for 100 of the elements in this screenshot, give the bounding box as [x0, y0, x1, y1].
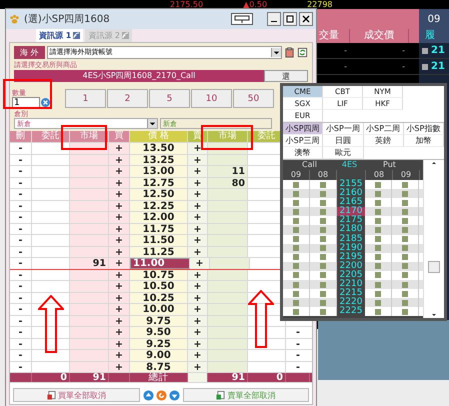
product-option[interactable]: 小SP指數 [404, 123, 444, 135]
cancel-cell[interactable]: - [10, 327, 32, 338]
option-cell[interactable] [375, 290, 381, 297]
buy-cell[interactable]: + [109, 281, 130, 292]
product-option[interactable]: 小SP三周 [283, 135, 324, 147]
quantity-preset-button[interactable]: 10 [191, 89, 232, 108]
option-cell[interactable] [293, 236, 299, 242]
option-cell[interactable] [320, 190, 326, 197]
option-cell[interactable] [375, 200, 381, 206]
option-cell[interactable] [402, 245, 408, 252]
option-cell[interactable] [375, 218, 381, 224]
option-cell[interactable] [293, 308, 299, 315]
cancel-cell[interactable]: - [10, 143, 32, 154]
buy-cell[interactable]: + [109, 224, 130, 234]
cancel-cell[interactable]: - [10, 281, 32, 292]
option-cell[interactable] [293, 200, 299, 206]
scrollbar-thumb[interactable] [428, 261, 440, 273]
cancel-cell[interactable]: - [10, 350, 32, 360]
quantity-preset-button[interactable]: 2 [107, 89, 148, 108]
strike-cell[interactable]: 2185 [337, 234, 365, 244]
option-cell[interactable] [320, 200, 326, 206]
option-cell[interactable] [375, 300, 381, 306]
strike-cell[interactable]: 2220 [337, 298, 365, 308]
option-cell[interactable] [375, 208, 381, 215]
strike-cell[interactable]: 2175 [337, 216, 365, 226]
pin-icon[interactable] [231, 13, 253, 25]
buy-cell[interactable]: + [109, 258, 130, 268]
sell-cell[interactable]: + [188, 304, 208, 314]
cancel-cell[interactable]: - [10, 258, 32, 268]
recenter-button[interactable] [156, 390, 166, 400]
maximize-button[interactable] [283, 12, 297, 26]
refresh-icon[interactable] [297, 46, 308, 58]
cancel-cell[interactable]: - [10, 292, 32, 303]
strike-cell[interactable]: 2165 [337, 198, 365, 208]
option-cell[interactable] [375, 227, 381, 234]
option-cell[interactable] [293, 272, 299, 278]
buy-cell[interactable]: + [109, 304, 130, 314]
sell-cell[interactable]: + [188, 292, 208, 303]
sell-cell[interactable]: + [188, 235, 208, 246]
buy-cell[interactable]: + [109, 200, 130, 211]
option-cell[interactable] [320, 290, 326, 297]
cancel-all-buys-button[interactable]: 買單全部取消 [13, 388, 140, 402]
quantity-preset-button[interactable]: 1 [65, 89, 106, 108]
scroll-up-icon[interactable] [430, 160, 438, 166]
option-cell[interactable] [402, 227, 408, 234]
cancel-cell[interactable]: - [10, 362, 32, 372]
sell-cell[interactable]: + [188, 246, 208, 257]
quantity-preset-button[interactable]: 5 [149, 89, 190, 108]
buy-cell[interactable]: + [109, 350, 130, 360]
option-cell[interactable] [402, 218, 408, 224]
option-cell[interactable] [320, 182, 326, 188]
sell-cell[interactable]: + [188, 338, 208, 349]
option-cell[interactable] [320, 227, 326, 234]
cancel-cell[interactable]: - [10, 189, 32, 200]
option-cell[interactable] [293, 218, 299, 224]
up-button[interactable] [142, 390, 154, 400]
sell-cell[interactable]: + [188, 166, 208, 176]
strike-cell[interactable]: 2210 [337, 280, 365, 290]
buy-cell[interactable]: + [109, 189, 130, 200]
strike-cell[interactable]: 2225 [337, 307, 365, 316]
strike-cell[interactable]: 2160 [337, 189, 365, 198]
sell-cell[interactable]: + [188, 350, 208, 360]
option-cell[interactable] [293, 290, 299, 297]
cancel-cell[interactable]: - [10, 235, 32, 246]
cancel-cell[interactable]: - [10, 316, 32, 326]
option-cell[interactable] [320, 308, 326, 315]
product-option[interactable]: 英鎊 [364, 135, 404, 147]
strike-cell[interactable]: 2195 [337, 252, 365, 262]
option-cell[interactable] [320, 245, 326, 252]
strike-cell[interactable]: 2200 [337, 262, 365, 271]
cancel-cell[interactable]: - [10, 154, 32, 165]
option-cell[interactable] [293, 263, 299, 270]
sell-cell[interactable]: + [188, 212, 208, 222]
cancel-cell[interactable]: - [10, 304, 32, 314]
cancel-cell[interactable]: - [286, 362, 310, 372]
sell-cell[interactable]: + [188, 178, 208, 188]
buy-cell[interactable]: + [109, 212, 130, 222]
select-button[interactable]: 選 [264, 70, 308, 82]
option-cell[interactable] [402, 300, 408, 306]
sell-cell[interactable]: + [188, 316, 208, 326]
option-cell[interactable] [402, 308, 408, 315]
buy-cell[interactable]: + [109, 178, 130, 188]
buy-cell[interactable]: + [109, 143, 130, 154]
cancel-cell[interactable]: - [286, 327, 310, 338]
option-cell[interactable] [320, 282, 326, 288]
sell-cell[interactable]: + [188, 270, 208, 280]
buy-cell[interactable]: + [109, 246, 130, 257]
option-cell[interactable] [375, 282, 381, 288]
strike-cell[interactable]: 2155 [337, 180, 365, 190]
buy-cell[interactable]: + [109, 166, 130, 176]
cancel-cell[interactable]: - [10, 212, 32, 222]
option-cell[interactable] [375, 236, 381, 242]
option-cell[interactable] [402, 182, 408, 188]
option-cell[interactable] [375, 254, 381, 260]
option-cell[interactable] [320, 218, 326, 224]
option-cell[interactable] [402, 208, 408, 215]
sell-cell[interactable]: + [188, 154, 208, 165]
close-button[interactable] [299, 12, 313, 26]
product-option[interactable]: 澳幣 [283, 147, 324, 159]
option-cell[interactable] [293, 227, 299, 234]
